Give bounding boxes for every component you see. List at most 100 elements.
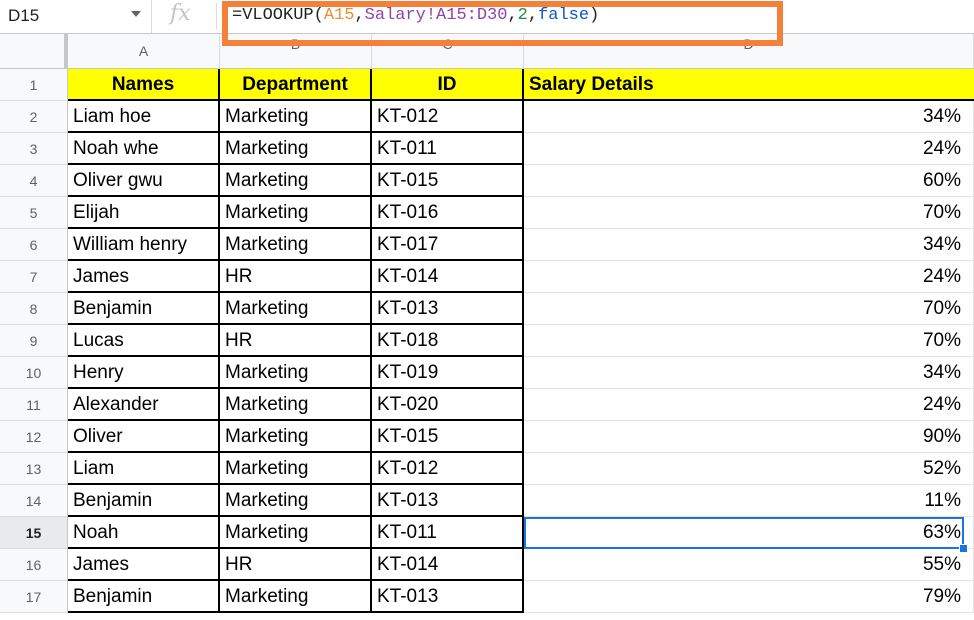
cell-id[interactable]: KT-013 (372, 293, 524, 325)
row-header[interactable]: 8 (0, 293, 68, 325)
header-cell-names[interactable]: Names (68, 69, 220, 101)
cell-id[interactable]: KT-011 (372, 517, 524, 549)
name-box[interactable]: D15 (0, 0, 152, 33)
column-header-c[interactable]: C (372, 34, 524, 68)
cell-id[interactable]: KT-019 (372, 357, 524, 389)
table-row: 1 Names Department ID Salary Details (0, 69, 974, 101)
cell-name[interactable]: Benjamin (68, 485, 220, 517)
cell-department[interactable]: Marketing (220, 581, 372, 613)
cell-id[interactable]: KT-020 (372, 389, 524, 421)
cell-id[interactable]: KT-015 (372, 421, 524, 453)
cell-name[interactable]: Henry (68, 357, 220, 389)
table-row: 13 Liam Marketing KT-012 52% (0, 453, 974, 485)
cell-id[interactable]: KT-017 (372, 229, 524, 261)
cell-name[interactable]: Liam hoe (68, 101, 220, 133)
row-header[interactable]: 17 (0, 581, 68, 613)
cell-department[interactable]: Marketing (220, 517, 372, 549)
row-header[interactable]: 5 (0, 197, 68, 229)
cell-department[interactable]: Marketing (220, 421, 372, 453)
column-header-d[interactable]: D (524, 34, 974, 68)
row-header[interactable]: 1 (0, 69, 68, 101)
cell-salary[interactable]: 24% (524, 261, 974, 293)
row-header[interactable]: 4 (0, 165, 68, 197)
cell-name[interactable]: Lucas (68, 325, 220, 357)
row-header[interactable]: 14 (0, 485, 68, 517)
cell-id[interactable]: KT-015 (372, 165, 524, 197)
cell-department[interactable]: Marketing (220, 229, 372, 261)
fill-handle[interactable] (959, 544, 968, 553)
column-header-a[interactable]: A (68, 34, 220, 68)
cell-name[interactable]: Oliver (68, 421, 220, 453)
header-cell-department[interactable]: Department (220, 69, 372, 101)
column-header-b[interactable]: B (220, 34, 372, 68)
cell-department[interactable]: Marketing (220, 485, 372, 517)
cell-salary[interactable]: 70% (524, 325, 974, 357)
formula-index: 2 (517, 6, 528, 25)
cell-name[interactable]: Liam (68, 453, 220, 485)
row-header[interactable]: 16 (0, 549, 68, 581)
cell-name[interactable]: Noah whe (68, 133, 220, 165)
cell-id[interactable]: KT-018 (372, 325, 524, 357)
cell-salary[interactable]: 60% (524, 165, 974, 197)
cell-department[interactable]: Marketing (220, 197, 372, 229)
row-header[interactable]: 13 (0, 453, 68, 485)
cell-name[interactable]: William henry (68, 229, 220, 261)
cell-id[interactable]: KT-014 (372, 261, 524, 293)
cell-name[interactable]: James (68, 261, 220, 293)
cell-salary[interactable]: 52% (524, 453, 974, 485)
cell-salary[interactable]: 11% (524, 485, 974, 517)
header-cell-salary[interactable]: Salary Details (524, 69, 974, 101)
cell-id[interactable]: KT-013 (372, 485, 524, 517)
table-row: 2 Liam hoe Marketing KT-012 34% (0, 101, 974, 133)
cell-id[interactable]: KT-014 (372, 549, 524, 581)
cell-department[interactable]: HR (220, 549, 372, 581)
cell-name[interactable]: Noah (68, 517, 220, 549)
cell-id[interactable]: KT-012 (372, 453, 524, 485)
row-header[interactable]: 11 (0, 389, 68, 421)
row-header[interactable]: 3 (0, 133, 68, 165)
cell-salary[interactable]: 34% (524, 229, 974, 261)
cell-department[interactable]: Marketing (220, 133, 372, 165)
chevron-down-icon[interactable] (131, 11, 141, 17)
row-header[interactable]: 6 (0, 229, 68, 261)
cell-salary[interactable]: 24% (524, 133, 974, 165)
fx-icon: fx (170, 1, 191, 26)
cell-department[interactable]: HR (220, 261, 372, 293)
formula-input[interactable]: =VLOOKUP(A15,Salary!A15:D30,2,false) (232, 6, 599, 25)
row-header[interactable]: 9 (0, 325, 68, 357)
cell-salary[interactable]: 55% (524, 549, 974, 581)
cell-name[interactable]: James (68, 549, 220, 581)
cell-department[interactable]: Marketing (220, 165, 372, 197)
cell-department[interactable]: Marketing (220, 101, 372, 133)
cell-salary[interactable]: 24% (524, 389, 974, 421)
cell-name[interactable]: Benjamin (68, 293, 220, 325)
row-header[interactable]: 10 (0, 357, 68, 389)
cell-salary[interactable]: 70% (524, 197, 974, 229)
cell-department[interactable]: Marketing (220, 357, 372, 389)
cell-salary[interactable]: 70% (524, 293, 974, 325)
row-header[interactable]: 7 (0, 261, 68, 293)
row-header[interactable]: 2 (0, 101, 68, 133)
cell-id[interactable]: KT-012 (372, 101, 524, 133)
cell-name[interactable]: Elijah (68, 197, 220, 229)
table-row: 17 Benjamin Marketing KT-013 79% (0, 581, 974, 613)
cell-id[interactable]: KT-013 (372, 581, 524, 613)
cell-department[interactable]: Marketing (220, 293, 372, 325)
row-header[interactable]: 12 (0, 421, 68, 453)
cell-salary[interactable]: 90% (524, 421, 974, 453)
cell-department[interactable]: HR (220, 325, 372, 357)
header-cell-id[interactable]: ID (372, 69, 524, 101)
cell-department[interactable]: Marketing (220, 453, 372, 485)
select-all-corner[interactable] (0, 34, 68, 68)
cell-id[interactable]: KT-016 (372, 197, 524, 229)
cell-salary[interactable]: 34% (524, 357, 974, 389)
cell-department[interactable]: Marketing (220, 389, 372, 421)
table-row: 8 Benjamin Marketing KT-013 70% (0, 293, 974, 325)
cell-id[interactable]: KT-011 (372, 133, 524, 165)
cell-name[interactable]: Oliver gwu (68, 165, 220, 197)
cell-name[interactable]: Benjamin (68, 581, 220, 613)
cell-name[interactable]: Alexander (68, 389, 220, 421)
cell-salary[interactable]: 79% (524, 581, 974, 613)
row-header[interactable]: 15 (0, 517, 68, 549)
cell-salary[interactable]: 34% (524, 101, 974, 133)
